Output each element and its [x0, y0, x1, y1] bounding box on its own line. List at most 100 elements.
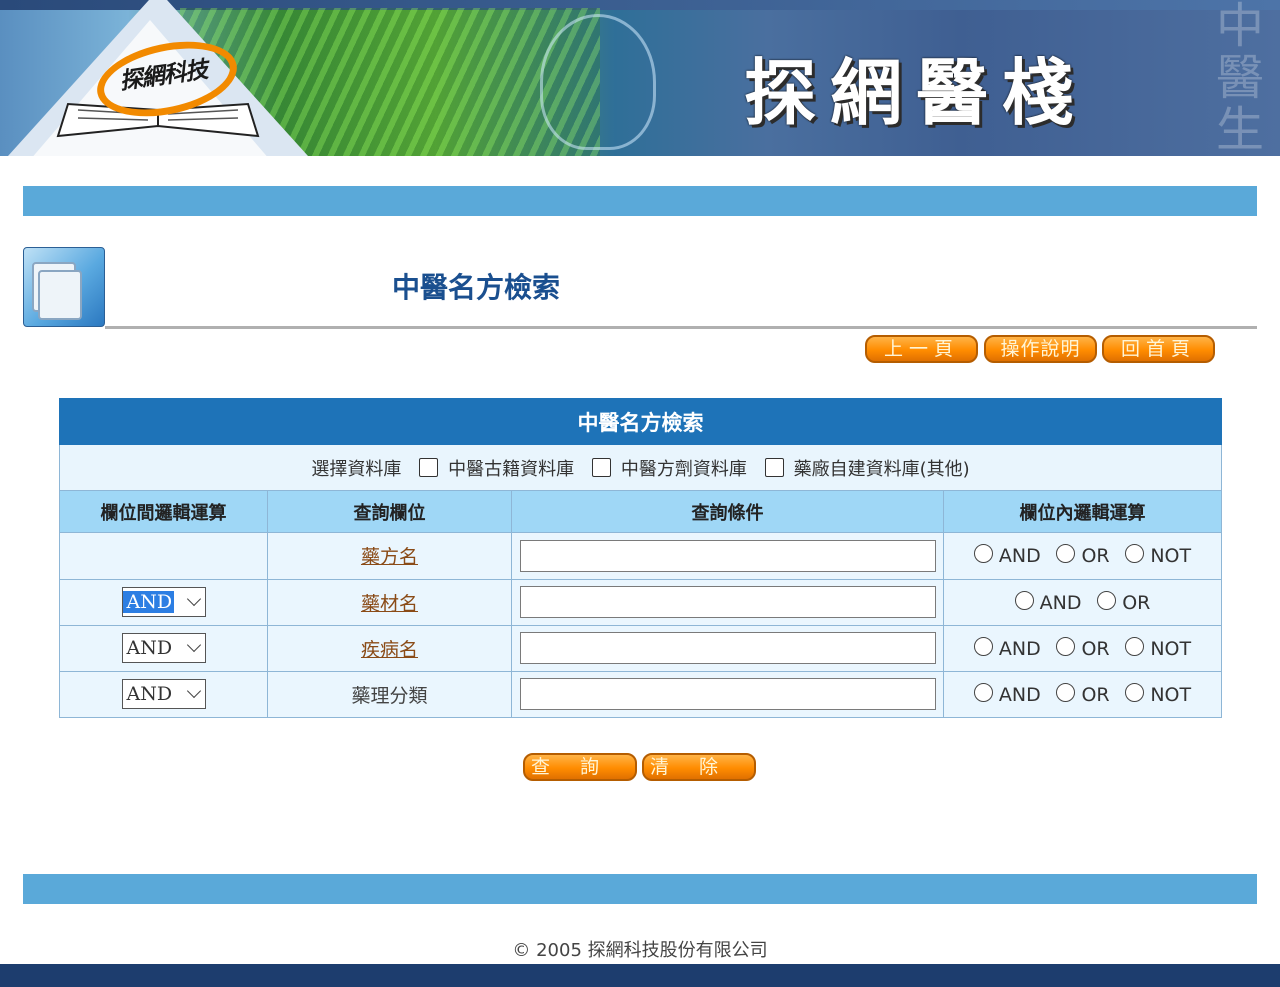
operator-select-pharmacology[interactable]: AND — [121, 679, 206, 710]
home-button[interactable]: 回首頁 — [1102, 335, 1215, 363]
formula-name-input[interactable] — [519, 539, 936, 572]
db-label-manufacturer: 藥廠自建資料庫(其他) — [793, 458, 970, 480]
operator-select-herb[interactable]: AND — [121, 587, 206, 618]
banner-title: 探網醫棧 — [744, 50, 1089, 135]
radio-circle[interactable] — [1014, 590, 1034, 610]
radio-not[interactable]: NOT — [1125, 544, 1191, 567]
page-title: 中醫名方檢索 — [392, 271, 561, 304]
prev-page-button[interactable]: 上一頁 — [865, 335, 978, 363]
disease-name-input[interactable] — [519, 632, 936, 665]
radio-circle[interactable] — [1125, 544, 1145, 564]
radio-or[interactable]: OR — [1056, 682, 1110, 706]
radio-not[interactable]: NOT — [1125, 682, 1192, 706]
radio-label: OR — [1081, 683, 1110, 706]
radio-circle[interactable] — [973, 682, 993, 702]
bottom-divider-bar — [23, 874, 1257, 904]
chevron-down-icon — [186, 684, 201, 699]
top-divider-bar — [23, 186, 1257, 216]
radio-label: NOT — [1150, 545, 1192, 568]
operator-cell-empty — [59, 532, 268, 580]
field-cell: 藥材名 — [267, 578, 512, 626]
input-cell — [511, 624, 944, 672]
radio-label: AND — [998, 683, 1041, 706]
copyright-text: © 2005 探網科技股份有限公司 — [512, 940, 768, 961]
radio-and[interactable]: AND — [973, 544, 1041, 568]
db-label-classics: 中醫古籍資料庫 — [448, 458, 575, 480]
radio-and[interactable]: AND — [973, 636, 1041, 660]
radio-circle[interactable] — [973, 544, 993, 564]
radio-not[interactable]: NOT — [1125, 636, 1192, 660]
select-value: AND — [126, 683, 173, 706]
radio-or[interactable]: OR — [1056, 636, 1110, 660]
within-operator-cell: AND OR NOT — [943, 532, 1222, 580]
operator-select-disease[interactable]: AND — [121, 633, 206, 664]
query-row: 藥方名 AND OR NOT — [59, 532, 1222, 580]
field-link-formula-name[interactable]: 藥方名 — [361, 546, 418, 568]
radio-label: AND — [1039, 591, 1082, 614]
query-row: AND 疾病名 AND OR NOT — [59, 624, 1222, 672]
radio-label: NOT — [1150, 683, 1192, 706]
site-banner: 探網科技 探網醫棧 中醫生 — [0, 0, 1280, 156]
radio-circle[interactable] — [1056, 544, 1076, 564]
header-between-operator: 欄位間邏輯運算 — [59, 490, 268, 534]
help-button[interactable]: 操作說明 — [984, 335, 1097, 363]
radio-and[interactable]: AND — [973, 682, 1041, 706]
db-checkbox-manufacturer[interactable] — [764, 457, 784, 477]
radio-label: OR — [1122, 591, 1151, 614]
header-condition: 查詢條件 — [511, 490, 944, 534]
db-label-formulas: 中醫方劑資料庫 — [620, 458, 747, 480]
header-within-operator: 欄位內邏輯運算 — [943, 490, 1222, 534]
select-value: AND — [122, 591, 175, 614]
field-link-herb-name[interactable]: 藥材名 — [361, 593, 418, 615]
radio-label: AND — [998, 637, 1041, 660]
field-cell: 藥方名 — [267, 532, 512, 580]
chevron-down-icon — [186, 592, 201, 607]
field-label-pharmacology: 藥理分類 — [351, 684, 428, 707]
db-checkbox-classics[interactable] — [419, 457, 439, 477]
form-title: 中醫名方檢索 — [59, 397, 1222, 446]
field-cell: 藥理分類 — [267, 670, 512, 719]
title-rule — [105, 326, 1257, 329]
radio-and[interactable]: AND — [1014, 590, 1082, 614]
bottom-strip — [0, 964, 1280, 987]
field-cell: 疾病名 — [267, 624, 512, 672]
flask-graphic — [540, 14, 656, 150]
query-row: AND 藥材名 AND OR — [59, 578, 1222, 626]
input-cell — [511, 532, 944, 580]
radio-circle[interactable] — [1056, 636, 1076, 656]
document-icon-front — [38, 270, 82, 320]
input-cell — [511, 670, 944, 719]
radio-or[interactable]: OR — [1056, 544, 1110, 568]
radio-label: OR — [1081, 637, 1110, 660]
herb-name-input[interactable] — [519, 586, 936, 619]
database-selector: 選擇資料庫 中醫古籍資料庫 中醫方劑資料庫 藥廠自建資料庫(其他) — [59, 444, 1222, 492]
operator-cell: AND — [59, 578, 268, 626]
query-row: AND 藥理分類 AND OR NOT — [59, 670, 1222, 719]
radio-circle[interactable] — [1056, 682, 1076, 702]
pharmacology-input[interactable] — [519, 678, 936, 711]
radio-or[interactable]: OR — [1097, 590, 1151, 614]
document-icon — [23, 247, 105, 327]
operator-cell: AND — [59, 670, 268, 719]
select-value: AND — [126, 637, 173, 660]
radio-circle[interactable] — [1097, 590, 1117, 610]
radio-label: NOT — [1150, 637, 1192, 660]
radio-circle[interactable] — [1125, 636, 1145, 656]
radio-label: AND — [998, 545, 1041, 568]
search-button[interactable]: 查詢 — [523, 753, 637, 781]
chevron-down-icon — [186, 638, 201, 653]
clear-button[interactable]: 清除 — [642, 753, 756, 781]
within-operator-cell: AND OR NOT — [943, 670, 1222, 719]
header-field: 查詢欄位 — [267, 490, 512, 534]
banner-watermark: 中醫生 — [1215, 0, 1264, 156]
within-operator-cell: AND OR NOT — [943, 624, 1222, 672]
db-select-label: 選擇資料庫 — [311, 458, 402, 480]
within-operator-cell: AND OR — [943, 578, 1222, 626]
db-checkbox-formulas[interactable] — [591, 457, 611, 477]
input-cell — [511, 578, 944, 626]
search-form-table: 中醫名方檢索 選擇資料庫 中醫古籍資料庫 中醫方劑資料庫 藥廠自建資料庫(其他)… — [59, 397, 1222, 719]
field-link-disease-name[interactable]: 疾病名 — [361, 639, 418, 661]
radio-label: OR — [1081, 545, 1110, 568]
radio-circle[interactable] — [973, 636, 993, 656]
radio-circle[interactable] — [1125, 682, 1145, 702]
